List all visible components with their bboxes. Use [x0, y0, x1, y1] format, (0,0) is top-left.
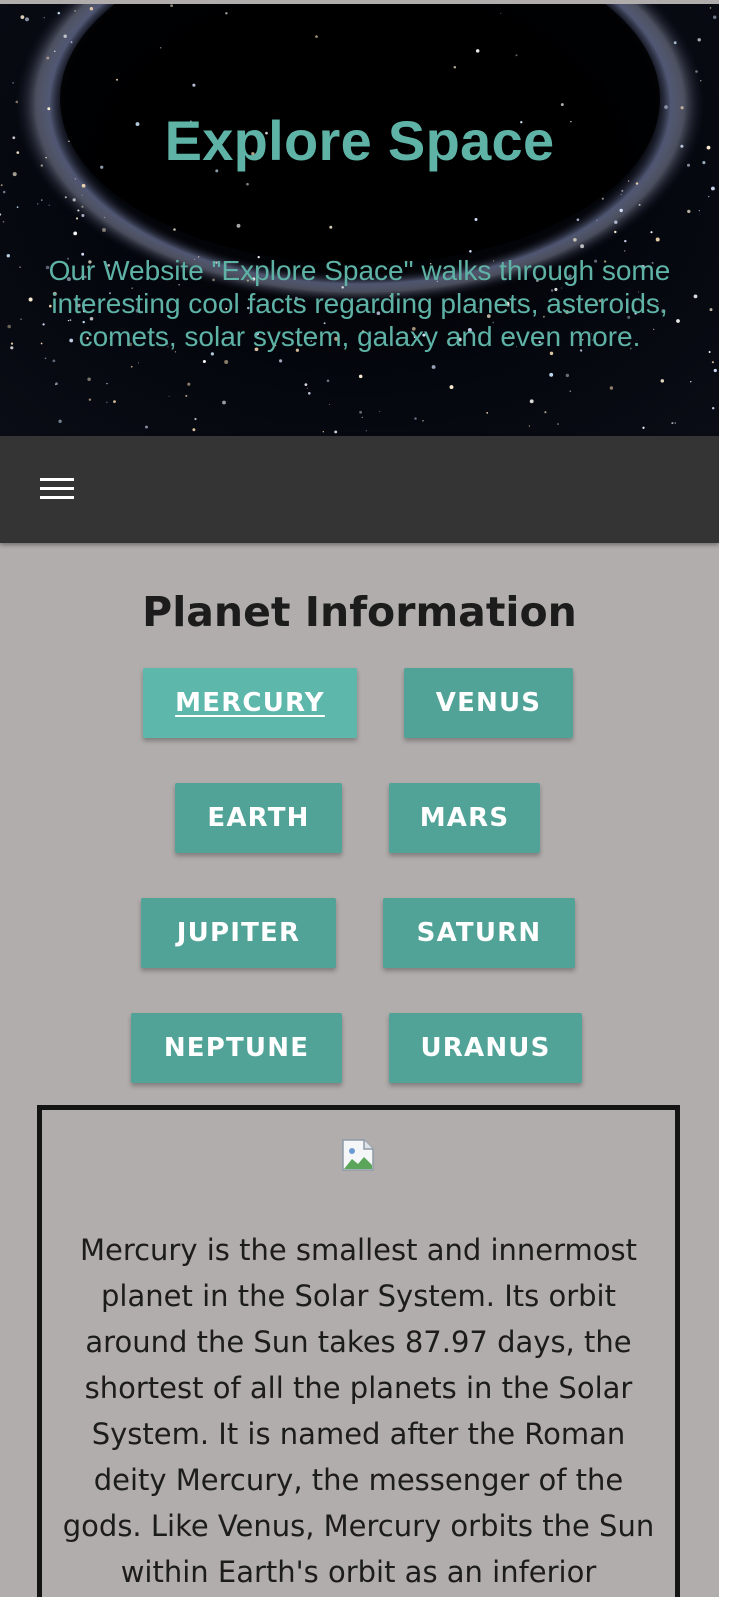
planet-button-earth[interactable]: EARTH [175, 783, 342, 853]
hamburger-menu-icon[interactable] [36, 472, 76, 506]
planet-button-uranus[interactable]: URANUS [389, 1013, 582, 1083]
planet-button-mercury[interactable]: MERCURY [143, 668, 357, 738]
site-title: Explore Space [164, 109, 555, 172]
space-background-image [0, 4, 717, 434]
planet-button-jupiter[interactable]: JUPITER [141, 898, 336, 968]
planet-info-panel: Mercury is the smallest and innermost pl… [37, 1105, 680, 1597]
planet-button-neptune[interactable]: NEPTUNE [131, 1013, 342, 1083]
navbar [0, 436, 719, 543]
planet-button-mars[interactable]: MARS [389, 783, 540, 853]
planet-description: Mercury is the smallest and innermost pl… [62, 1233, 655, 1589]
planet-button-saturn[interactable]: SATURN [383, 898, 575, 968]
broken-image-icon [342, 1139, 374, 1171]
section-title: Planet Information [142, 588, 577, 636]
page: Explore Space Our Website "Explore Space… [0, 0, 719, 1597]
hero-banner: Explore Space Our Website "Explore Space… [0, 4, 719, 436]
planet-button-venus[interactable]: VENUS [404, 668, 573, 738]
site-description: Our Website "Explore Space" walks throug… [48, 255, 671, 352]
